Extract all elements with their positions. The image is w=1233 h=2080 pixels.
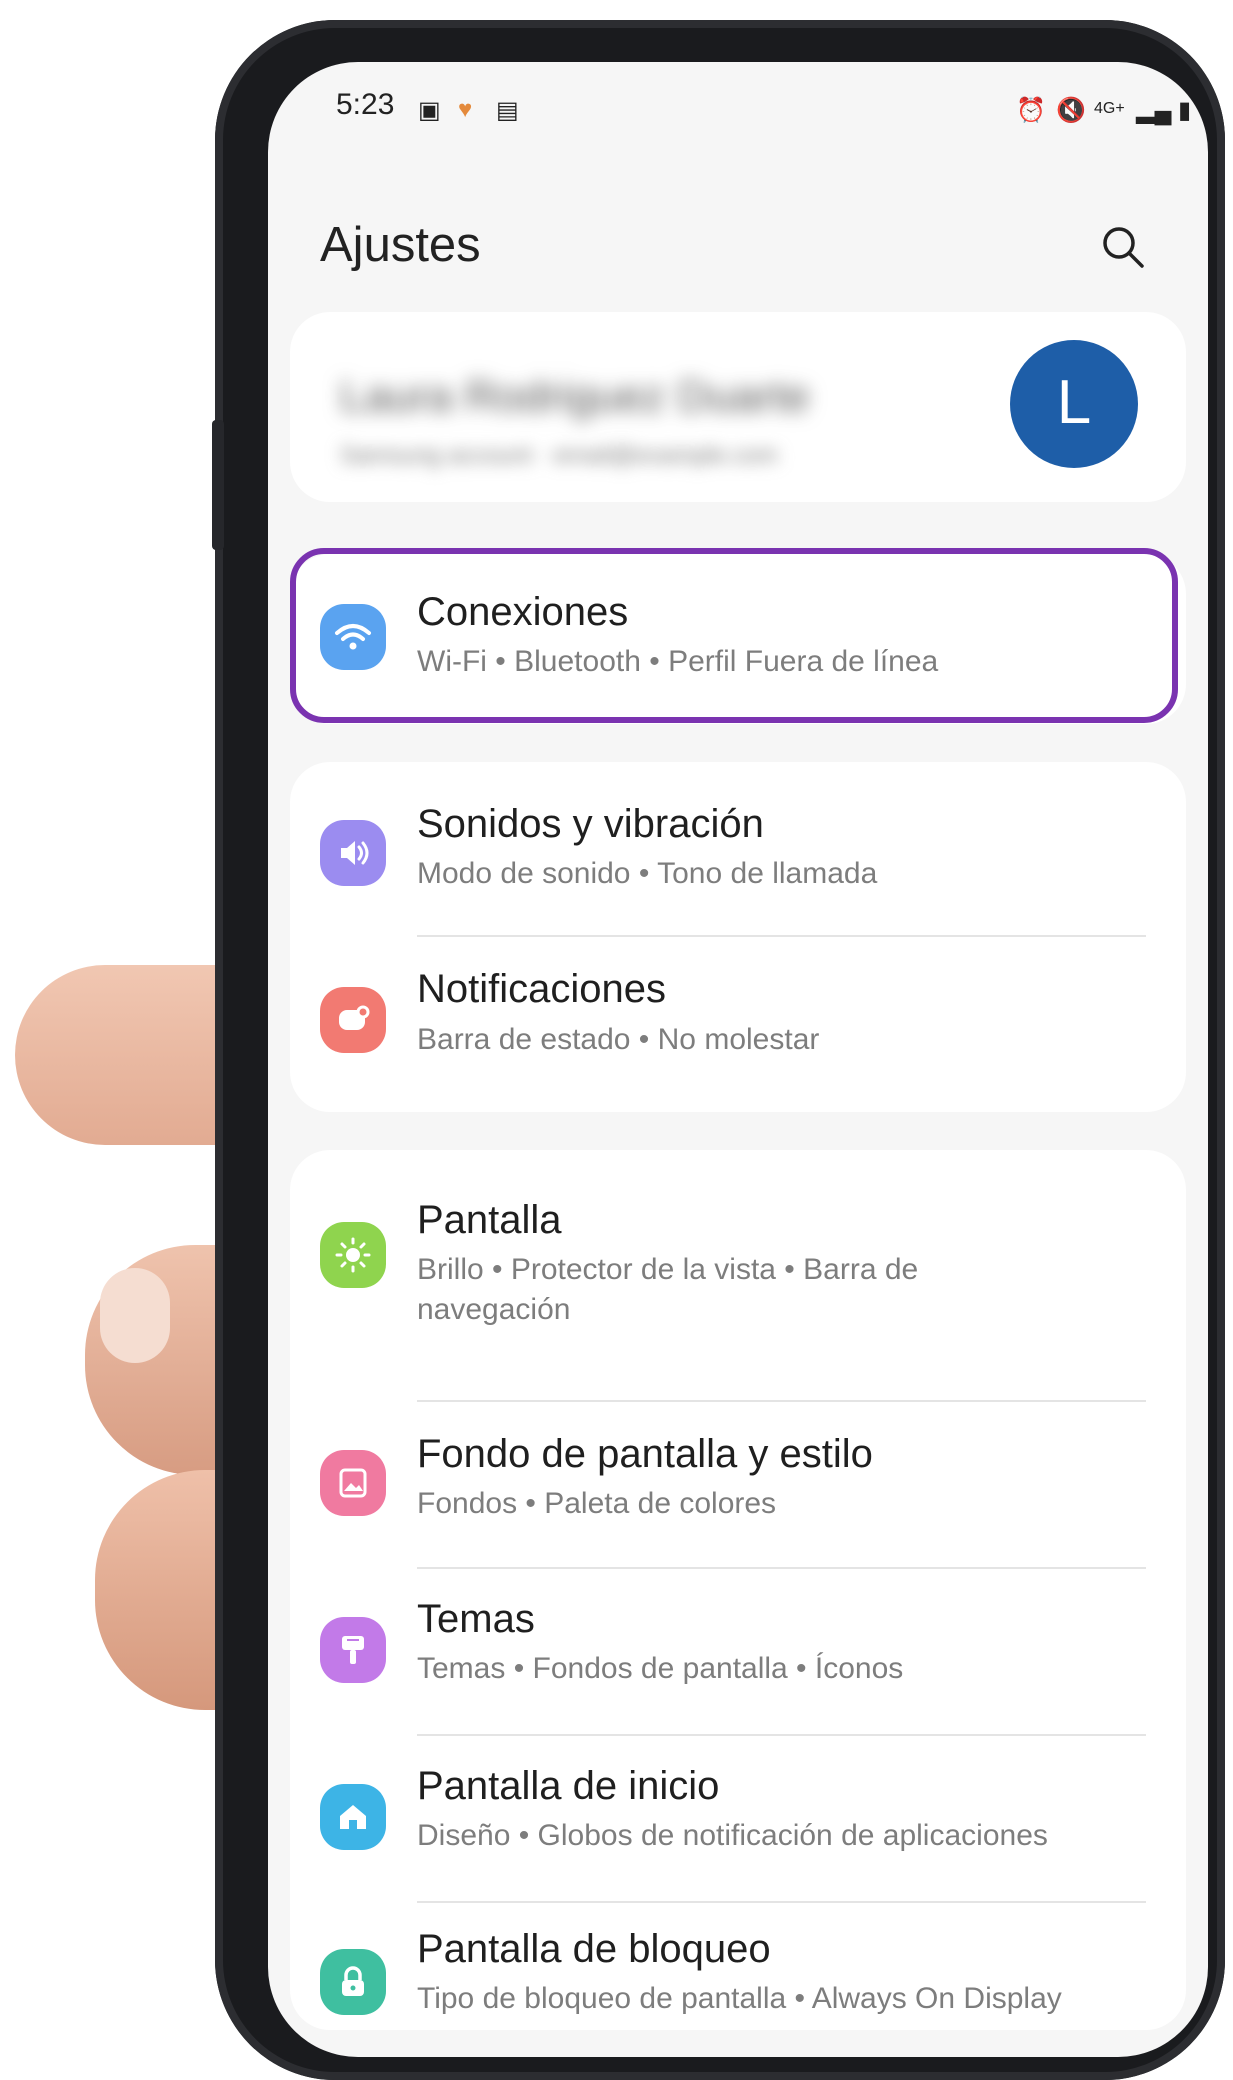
page-title: Ajustes [320,218,481,272]
item-title: Pantalla de bloqueo [417,1927,771,1971]
battery-icon: ▮ [1178,97,1192,124]
mute-icon: 🔇 [1056,97,1086,124]
settings-item-pantalla[interactable]: Pantalla Brillo • Protector de la vista … [290,1150,1186,1355]
sound-notifications-card: Sonidos y vibración Modo de sonido • Ton… [290,762,1186,1112]
settings-item-inicio[interactable]: Pantalla de inicio Diseño • Globos de no… [290,1736,1186,1901]
item-title: Notificaciones [417,967,667,1011]
gallery-notification-icon: ▣ [418,97,441,124]
item-subtitle: Fondos • Paleta de colores [417,1487,777,1520]
item-subtitle: Brillo • Protector de la vista • Barra d… [417,1253,919,1326]
alarm-icon: ⏰ [1016,97,1046,124]
side-button [212,420,224,550]
item-title: Sonidos y vibración [417,802,764,846]
status-bar: 5:23 ▣ ♥ ▤ ⏰ 🔇 4G+ ▂▄ ▮ [336,80,1191,140]
avatar: L [1010,340,1138,468]
fingernail [100,1268,170,1363]
health-notification-icon: ♥ [458,96,473,123]
item-title: Pantalla de inicio [417,1764,720,1808]
item-title: Fondo de pantalla y estilo [417,1432,873,1476]
speaker-icon [320,820,386,886]
profile-name: Laura Rodriguez Duarte [340,372,810,421]
network-4g-icon: 4G+ [1094,100,1125,117]
item-subtitle: Diseño • Globos de notificación de aplic… [417,1819,1048,1852]
status-time: 5:23 [336,88,395,121]
profile-card[interactable]: Laura Rodriguez Duarte Samsung account ·… [290,312,1186,502]
wallpaper-icon [320,1450,386,1516]
settings-item-temas[interactable]: Temas Temas • Fondos de pantalla • Ícono… [290,1569,1186,1734]
item-subtitle: Temas • Fondos de pantalla • Íconos [417,1652,904,1685]
settings-item-notificaciones[interactable]: Notificaciones Barra de estado • No mole… [290,937,1186,1112]
settings-item-sonidos[interactable]: Sonidos y vibración Modo de sonido • Ton… [290,762,1186,937]
lock-icon [320,1949,386,2015]
brightness-icon [320,1222,386,1288]
brush-icon [320,1617,386,1683]
settings-item-bloqueo[interactable]: Pantalla de bloqueo Tipo de bloqueo de p… [290,1903,1186,2030]
home-icon [320,1784,386,1850]
highlight-box [290,548,1178,723]
phone-screen: 5:23 ▣ ♥ ▤ ⏰ 🔇 4G+ ▂▄ ▮ Ajustes Laura Ro… [268,62,1208,2057]
notification-icon [320,987,386,1053]
item-subtitle: Modo de sonido • Tono de llamada [417,857,878,890]
signal-icon: ▂▄ [1136,97,1172,124]
settings-item-fondo[interactable]: Fondo de pantalla y estilo Fondos • Pale… [290,1402,1186,1567]
item-subtitle: Barra de estado • No molestar [417,1023,820,1056]
item-title: Temas [417,1597,535,1641]
item-subtitle: Tipo de bloqueo de pantalla • Always On … [417,1982,1062,2015]
search-icon[interactable] [1098,222,1148,272]
item-title: Pantalla [417,1198,562,1242]
display-group-card: Pantalla Brillo • Protector de la vista … [290,1150,1186,2030]
voicemail-notification-icon: ▤ [496,97,519,124]
profile-subtitle: Samsung account · email@example.com [340,442,778,469]
